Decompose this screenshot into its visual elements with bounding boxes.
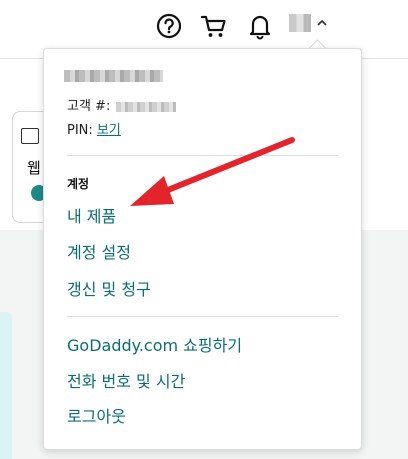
- bell-icon[interactable]: [245, 11, 275, 41]
- chevron-up-icon[interactable]: [314, 15, 330, 31]
- divider: [67, 316, 338, 317]
- product-card-label: 웹: [27, 159, 41, 177]
- menu-item-account-settings[interactable]: 계정 설정: [67, 239, 131, 263]
- browser-window-icon: [21, 128, 39, 144]
- pin-view-link[interactable]: 보기: [97, 123, 121, 138]
- shopping-cart-icon[interactable]: [199, 11, 229, 41]
- menu-item-my-products[interactable]: 내 제품: [67, 203, 116, 227]
- menu-item-sign-out[interactable]: 로그아웃: [67, 403, 126, 427]
- account-section-heading: 계정: [67, 177, 90, 191]
- divider: [67, 155, 338, 156]
- question-circle-icon[interactable]: [154, 11, 184, 41]
- menu-item-renewals-billing[interactable]: 갱신 및 청구: [67, 276, 151, 300]
- pin-row: PIN: 보기: [67, 119, 121, 138]
- menu-item-phone-hours[interactable]: 전화 번호 및 시간: [67, 368, 185, 392]
- promo-panel: [0, 312, 12, 459]
- customer-number-row: 고객 #:: [67, 95, 177, 114]
- account-dropdown-menu: 고객 #: PIN: 보기 계정 내 제품 계정 설정 갱신 및 청구 GoDa…: [43, 48, 362, 450]
- account-avatar[interactable]: [289, 14, 311, 32]
- pin-label: PIN:: [67, 123, 93, 138]
- customer-number-redacted: [116, 101, 177, 112]
- user-name-redacted: [64, 70, 163, 82]
- menu-item-shop-godaddy[interactable]: GoDaddy.com 쇼핑하기: [67, 332, 242, 356]
- customer-number-label: 고객 #:: [67, 99, 111, 114]
